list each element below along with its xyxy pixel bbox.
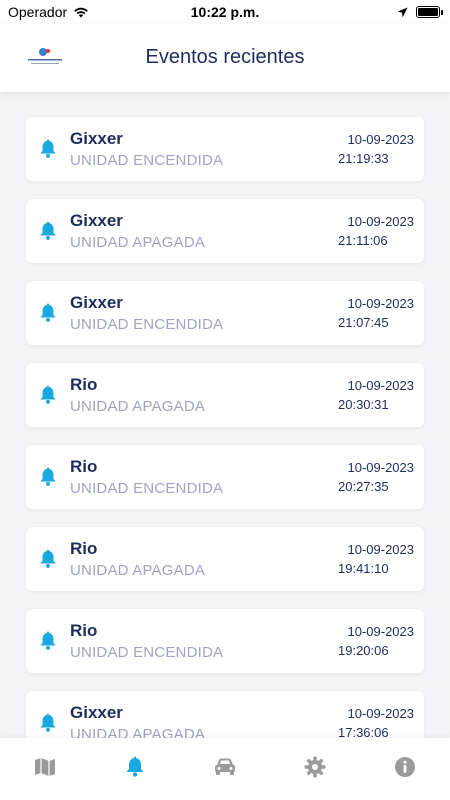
event-list[interactable]: Gixxer UNIDAD ENCENDIDA 10-09-2023 21:19… [0,92,450,738]
unit-name: Gixxer [70,211,123,230]
unit-name: Rio [70,457,98,476]
nav-map[interactable] [20,754,70,780]
bell-icon [40,139,56,158]
event-card[interactable]: Rio UNIDAD ENCENDIDA 10-09-2023 20:27:35 [26,445,424,509]
bell-icon [40,713,56,732]
event-date: 10-09-2023 [347,542,415,557]
gear-icon [304,756,326,778]
event-time: 20:30:31 [338,397,389,412]
event-type: UNIDAD APAGADA [70,726,206,738]
bell-icon [40,221,56,240]
event-type: UNIDAD ENCENDIDA [70,316,224,333]
map-icon [35,758,55,776]
event-type: UNIDAD APAGADA [70,398,206,415]
bottom-nav [0,738,450,800]
bell-icon [40,303,56,322]
event-time: 19:20:06 [338,643,389,658]
event-type: UNIDAD ENCENDIDA [70,480,224,497]
event-card[interactable]: Rio UNIDAD APAGADA 10-09-2023 19:41:10 [26,527,424,591]
event-card[interactable]: Gixxer UNIDAD ENCENDIDA 10-09-2023 21:07… [26,281,424,345]
event-time: 21:11:06 [338,233,388,248]
nav-info[interactable] [380,754,430,780]
event-type: UNIDAD ENCENDIDA [70,644,224,661]
wifi-icon [74,7,88,18]
status-bar: Operador 10:22 p.m. [0,0,450,24]
event-card[interactable]: Gixxer UNIDAD APAGADA 10-09-2023 21:11:0… [26,199,424,263]
info-icon [395,757,415,777]
event-date: 10-09-2023 [347,460,415,475]
car-icon [215,758,235,775]
page-title: Eventos recientes [145,46,305,68]
event-time: 20:27:35 [338,479,389,494]
event-card[interactable]: Rio UNIDAD ENCENDIDA 10-09-2023 19:20:06 [26,609,424,673]
event-time: 21:19:33 [338,151,389,166]
status-left: Operador [8,4,89,20]
event-card[interactable]: Gixxer UNIDAD ENCENDIDA 10-09-2023 21:19… [26,117,424,181]
event-time: 19:41:10 [338,561,389,576]
event-card[interactable]: Gixxer UNIDAD APAGADA 10-09-2023 17:36:0… [26,691,424,738]
bell-icon [40,385,56,404]
carrier-label: Operador [8,4,68,20]
battery-icon [416,6,443,18]
bell-icon [40,549,56,568]
bell-icon [126,756,144,777]
unit-name: Rio [70,375,98,394]
event-date: 10-09-2023 [347,378,415,393]
nav-settings[interactable] [290,754,340,780]
bell-icon [40,467,56,486]
unit-name: Gixxer [70,703,123,722]
bell-icon [40,631,56,650]
status-right [397,6,443,18]
event-time: 21:07:45 [338,315,389,330]
location-arrow-icon [397,7,408,17]
event-date: 10-09-2023 [347,706,415,721]
unit-name: Gixxer [70,129,123,148]
event-date: 10-09-2023 [347,132,415,147]
nav-vehicles[interactable] [200,754,250,780]
unit-name: Rio [70,621,98,640]
app-header: Eventos recientes [0,24,450,92]
event-time: 17:36:06 [338,725,389,738]
unit-name: Gixxer [70,293,123,312]
unit-name: Rio [70,539,98,558]
event-type: UNIDAD APAGADA [70,562,206,579]
event-card[interactable]: Rio UNIDAD APAGADA 10-09-2023 20:30:31 [26,363,424,427]
event-date: 10-09-2023 [347,214,415,229]
event-date: 10-09-2023 [347,624,415,639]
nav-events[interactable] [110,754,160,780]
event-date: 10-09-2023 [347,296,415,311]
event-type: UNIDAD APAGADA [70,234,206,251]
event-type: UNIDAD ENCENDIDA [70,152,224,169]
